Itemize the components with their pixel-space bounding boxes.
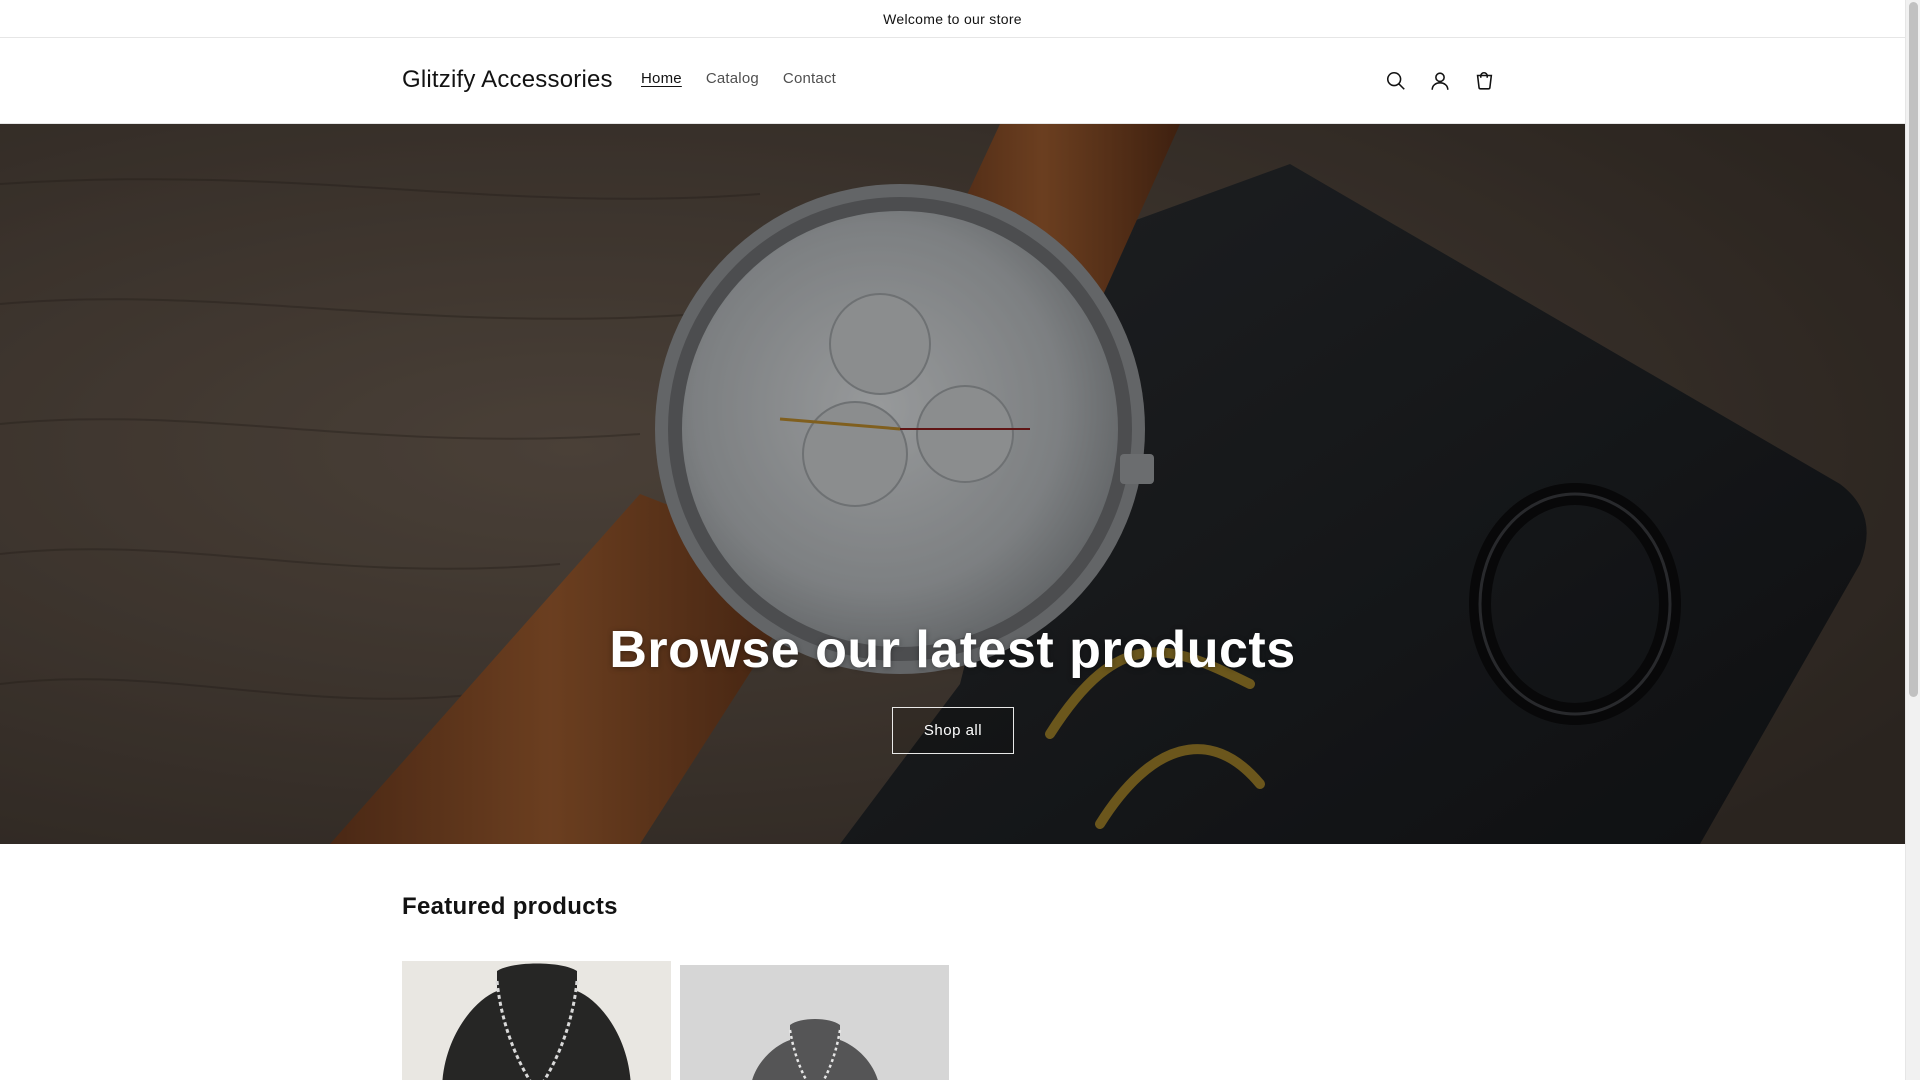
product-card[interactable] [680, 965, 949, 1080]
nav-home-link[interactable]: Home [629, 69, 694, 89]
hero-title: Browse our latest products [609, 621, 1296, 679]
cart-button[interactable] [1462, 59, 1506, 103]
product-image-necklace [680, 965, 949, 1080]
shop-all-button[interactable]: Shop all [892, 707, 1014, 754]
header-icons [1374, 59, 1506, 103]
account-icon [1431, 72, 1449, 90]
vertical-scrollbar[interactable] [1905, 0, 1920, 1080]
nav-catalog-link[interactable]: Catalog [694, 69, 771, 89]
search-button[interactable] [1374, 59, 1418, 103]
page: Welcome to our store Glitzify Accessorie… [0, 0, 1905, 1080]
hero-banner: Browse our latest products Shop all [0, 124, 1905, 844]
site-header: Glitzify Accessories Home Catalog Contac… [0, 38, 1905, 124]
product-card[interactable] [402, 961, 671, 1080]
announcement-text: Welcome to our store [883, 10, 1022, 27]
announcement-bar: Welcome to our store [0, 0, 1905, 38]
account-button[interactable] [1418, 59, 1462, 103]
main-nav: Home Catalog Contact [629, 69, 848, 89]
featured-products-title: Featured products [402, 893, 618, 920]
nav-contact-link[interactable]: Contact [771, 69, 848, 89]
store-logo[interactable]: Glitzify Accessories [402, 66, 613, 94]
search-icon [1386, 71, 1405, 90]
scrollbar-thumb[interactable] [1909, 2, 1918, 697]
cart-icon [1476, 72, 1493, 90]
product-image-necklace [402, 961, 671, 1080]
